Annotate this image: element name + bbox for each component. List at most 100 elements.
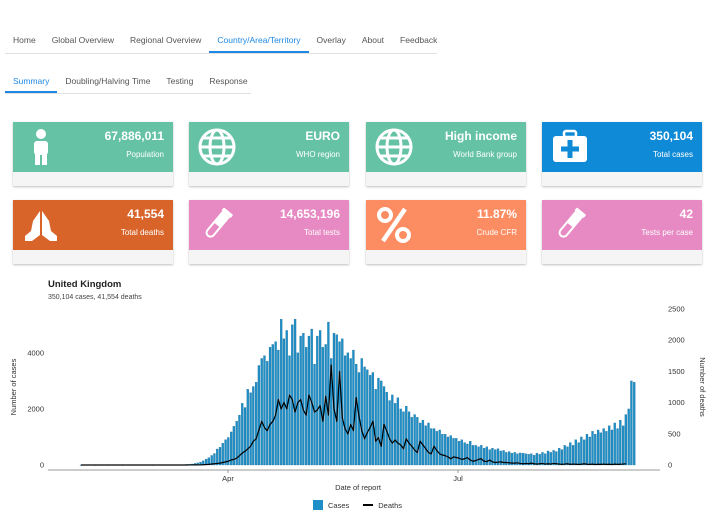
tab-home[interactable]: Home [5, 28, 44, 53]
case-bar [469, 441, 472, 466]
case-bar [296, 352, 299, 466]
case-bar [480, 445, 483, 466]
case-bar [571, 445, 575, 466]
case-bar [288, 355, 291, 466]
sub-navigation: Summary Doubling/Halving Time Testing Respo… [5, 69, 251, 94]
cases-deaths-chart: 0 2000 4000 0 500 1000 1500 2000 2500 Apr Jul Date … [9, 305, 707, 493]
card-header: 350,104 Total cases [542, 122, 702, 172]
case-bar [396, 397, 400, 466]
card-header: 41,554 Total deaths [13, 200, 173, 250]
subtab-response[interactable]: Response [201, 69, 255, 93]
card-label: Tests per case [641, 228, 693, 237]
case-bar [585, 434, 589, 466]
case-bar [355, 363, 358, 466]
subtab-summary[interactable]: Summary [5, 69, 58, 93]
case-bar [241, 403, 244, 466]
case-bar [291, 324, 294, 466]
globe-icon [374, 127, 414, 167]
case-bar [630, 380, 633, 466]
case-bar [619, 420, 622, 466]
case-bar [257, 365, 261, 466]
case-bar [605, 431, 608, 466]
case-bar [460, 439, 463, 466]
case-bar [360, 358, 363, 466]
case-bar [293, 319, 297, 466]
case-bar [266, 361, 269, 466]
card-header: 11.87% Crude CFR [366, 200, 526, 250]
case-bar [449, 435, 452, 466]
case-bar [560, 449, 564, 466]
case-bar [424, 425, 427, 466]
case-bar [482, 448, 486, 466]
case-bar [621, 425, 625, 466]
case-bar [608, 425, 611, 466]
case-bar [238, 414, 241, 466]
case-bar [407, 411, 411, 466]
y-axis-title: Number of cases [9, 358, 18, 415]
case-bar [471, 445, 475, 466]
case-bar [546, 450, 550, 466]
y2-tick-label: 1500 [668, 367, 685, 376]
card-header: 42 Tests per case [542, 200, 702, 250]
subtab-doubling-halving-time[interactable]: Doubling/Halving Time [57, 69, 158, 93]
stat-card-tests-per-case: 42 Tests per case [542, 200, 702, 264]
case-bar [485, 446, 489, 466]
stat-card-total-deaths: 41,554 Total deaths [13, 200, 173, 264]
case-bar [477, 446, 480, 466]
case-bar [616, 428, 619, 466]
tab-global-overview[interactable]: Global Overview [44, 28, 122, 53]
case-bar [366, 369, 369, 466]
case-bar [263, 355, 266, 466]
medkit-icon [550, 127, 590, 167]
card-value: 42 [679, 207, 693, 221]
percent-icon [374, 205, 414, 245]
case-bar [255, 382, 258, 466]
case-bar [280, 319, 283, 466]
case-bar [583, 439, 586, 466]
case-bar [633, 382, 636, 466]
case-bar [549, 452, 552, 466]
stat-card-world-bank-group: High income World Bank group [366, 122, 526, 186]
case-bar [374, 389, 377, 466]
stat-card-who-region: EURO WHO region [189, 122, 349, 186]
case-bar [441, 434, 444, 466]
card-label: Total cases [652, 150, 693, 159]
case-bar [569, 442, 572, 466]
stat-card-total-tests: 14,653,196 Total tests [189, 200, 349, 264]
y-tick-label: 0 [40, 461, 44, 470]
case-bar [430, 428, 433, 466]
test-tube-icon [550, 205, 590, 245]
case-bar [421, 420, 425, 466]
subtab-testing[interactable]: Testing [158, 69, 201, 93]
case-bar [446, 436, 450, 466]
case-bar [268, 347, 272, 466]
case-bar [435, 431, 438, 466]
case-bar [321, 347, 324, 466]
tab-country-area-territory[interactable]: Country/Area/Territory [209, 28, 309, 53]
case-bar [346, 352, 350, 466]
y2-axis-title: Number of deaths [698, 357, 707, 417]
legend-cases-label[interactable]: Cases [328, 501, 349, 510]
card-value: EURO [305, 129, 340, 143]
case-bar [249, 392, 252, 466]
case-bar [566, 446, 569, 466]
case-bar [574, 439, 577, 466]
card-header: High income World Bank group [366, 122, 526, 172]
card-header: 67,886,011 Population [13, 122, 173, 172]
legend-deaths-label[interactable]: Deaths [378, 501, 402, 510]
legend-cases-swatch [313, 500, 323, 510]
tab-overlay[interactable]: Overlay [309, 28, 354, 53]
stat-card-total-cases: 350,104 Total cases [542, 122, 702, 186]
tab-about[interactable]: About [354, 28, 392, 53]
x-axis-title: Date of report [335, 483, 382, 492]
case-bar [274, 341, 277, 466]
card-value: 41,554 [127, 207, 164, 221]
y2-tick-label: 500 [668, 429, 681, 438]
y-tick-label: 2000 [27, 404, 44, 413]
case-bar [216, 448, 219, 466]
x-tick-label: Jul [453, 474, 463, 483]
tab-feedback[interactable]: Feedback [392, 28, 445, 53]
case-bar [499, 450, 502, 466]
case-bar [413, 414, 416, 466]
tab-regional-overview[interactable]: Regional Overview [122, 28, 209, 53]
